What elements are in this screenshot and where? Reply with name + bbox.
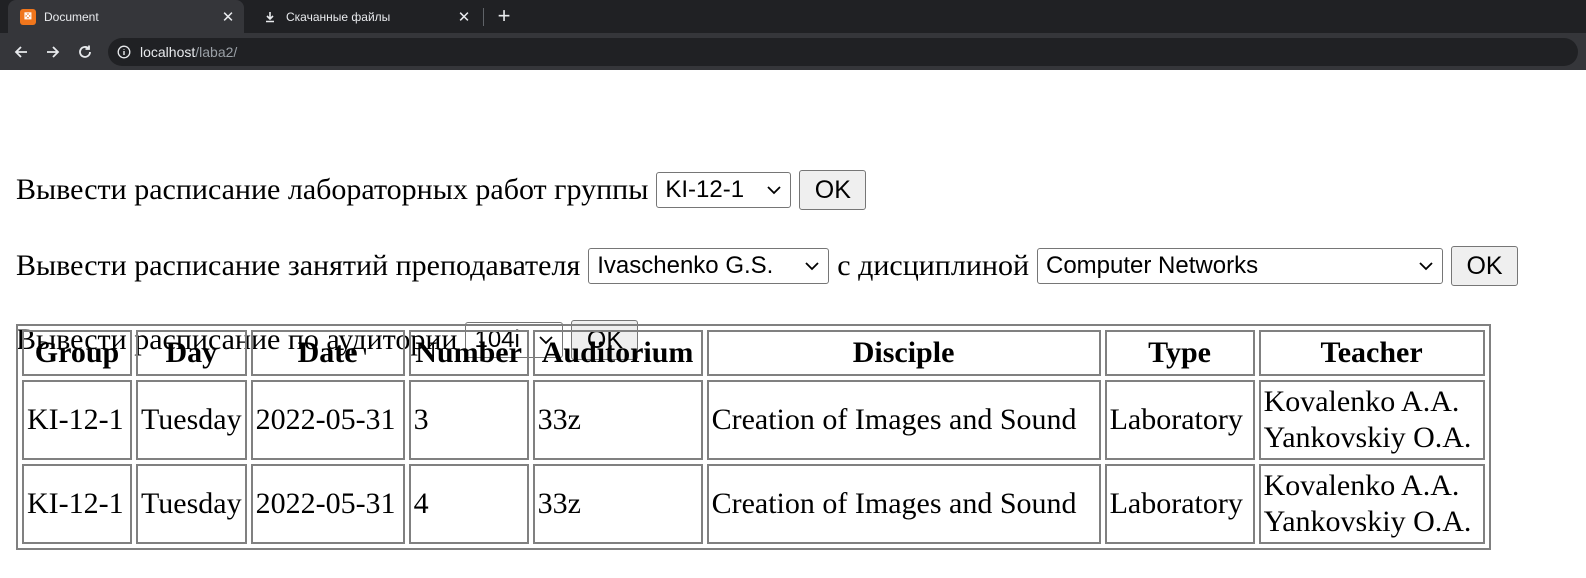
download-icon [262,9,278,25]
cell-disciple: Creation of Images and Sound [706,380,1101,460]
group-select[interactable]: KI-12-1 [656,172,792,208]
cell-day: Tuesday [136,380,247,460]
tab-title: Document [44,9,99,24]
group-ok-button[interactable]: OK [799,170,867,210]
discipline-select[interactable]: Computer Networks [1037,248,1443,284]
teacher-name: Kovalenko A.A. [1263,469,1460,502]
teacher-schedule-form: Вывести расписание занятий преподавателя… [16,246,1518,286]
col-number-header: Number [408,330,529,376]
table-header-row: Group Day Date Number Auditorium Discipl… [22,330,1485,376]
chevron-down-icon [767,186,781,195]
browser-tab-strip: ⊠ Document ✕ Скачанные файлы ✕ + [0,0,1586,33]
teacher-name: Kovalenko A.A. [1263,385,1460,418]
schedule-table: Group Day Date Number Auditorium Discipl… [16,324,1491,550]
back-arrow-icon[interactable] [8,39,34,65]
col-disciple-header: Disciple [706,330,1101,376]
teacher-name: Yankovskiy O.A. [1263,421,1472,454]
table-row: KI-12-1 Tuesday 2022-05-31 3 33z Creatio… [22,380,1485,460]
teacher-ok-button[interactable]: OK [1451,246,1518,286]
cell-number: 4 [408,464,529,544]
tab-downloads[interactable]: Скачанные файлы ✕ [250,0,480,33]
browser-toolbar: localhost/laba2/ [0,33,1586,70]
close-tab-icon[interactable]: ✕ [218,8,238,26]
group-schedule-label: Вывести расписание лабораторных работ гр… [16,173,649,206]
teacher-name: Yankovskiy O.A. [1263,505,1472,538]
new-tab-icon[interactable]: + [492,3,516,29]
site-info-icon[interactable] [117,45,131,59]
cell-date: 2022-05-31 [250,464,405,544]
cell-type: Laboratory [1104,464,1255,544]
tab-title: Скачанные файлы [286,9,391,24]
col-day-header: Day [136,330,247,376]
cell-date: 2022-05-31 [250,380,405,460]
tab-separator [483,8,484,26]
cell-type: Laboratory [1104,380,1255,460]
tab-document[interactable]: ⊠ Document ✕ [8,0,244,33]
forward-arrow-icon[interactable] [40,39,66,65]
group-schedule-form: Вывести расписание лабораторных работ гр… [16,170,867,210]
col-teacher-header: Teacher [1258,330,1485,376]
cell-auditorium: 33z [532,464,703,544]
col-group-header: Group [22,330,132,376]
url-path: /laba2/ [195,44,238,60]
cell-group: KI-12-1 [22,464,132,544]
table-row: KI-12-1 Tuesday 2022-05-31 4 33z Creatio… [22,464,1485,544]
col-date-header: Date [250,330,405,376]
cell-group: KI-12-1 [22,380,132,460]
chevron-down-icon [1419,262,1433,271]
teacher-schedule-label: Вывести расписание занятий преподавателя [16,249,581,282]
col-auditorium-header: Auditorium [532,330,703,376]
cell-teacher: Kovalenko A.A. Yankovskiy O.A. [1258,464,1485,544]
chevron-down-icon [805,262,819,271]
discipline-label: с дисциплиной [837,249,1029,282]
close-tab-icon[interactable]: ✕ [454,8,474,26]
col-type-header: Type [1104,330,1255,376]
cell-day: Tuesday [136,464,247,544]
xampp-icon: ⊠ [20,8,36,25]
reload-icon[interactable] [72,39,98,65]
teacher-select[interactable]: Ivaschenko G.S. [588,248,830,284]
cell-number: 3 [408,380,529,460]
cell-teacher: Kovalenko A.A. Yankovskiy O.A. [1258,380,1485,460]
address-bar[interactable]: localhost/laba2/ [108,38,1578,66]
cell-disciple: Creation of Images and Sound [706,464,1101,544]
url-host: localhost [140,44,196,60]
cell-auditorium: 33z [532,380,703,460]
